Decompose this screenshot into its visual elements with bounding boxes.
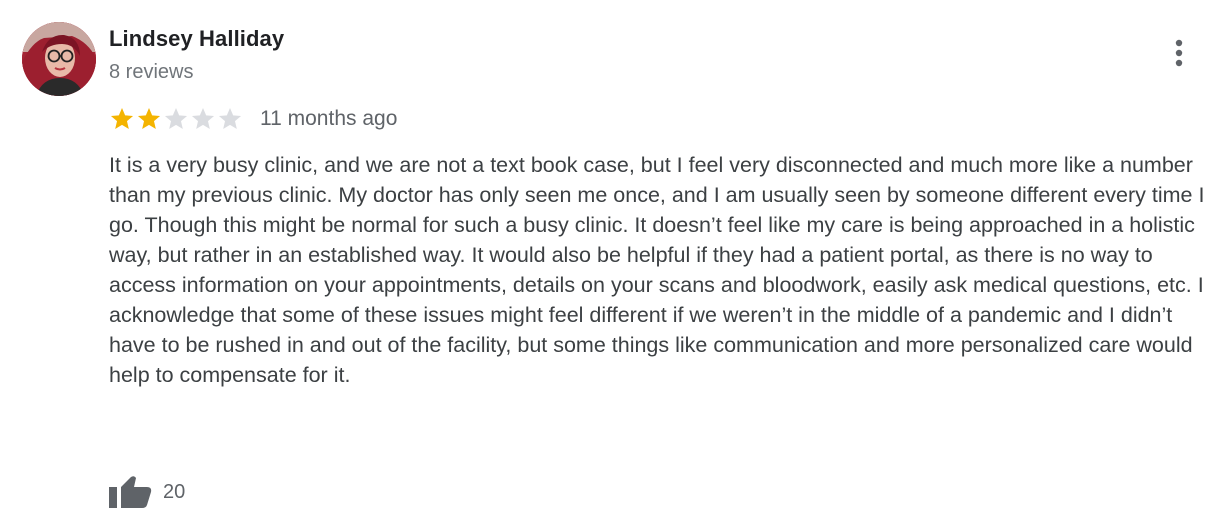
star-empty-icon bbox=[191, 107, 215, 129]
author-name[interactable]: Lindsey Halliday bbox=[109, 26, 284, 52]
star-empty-icon bbox=[164, 107, 188, 129]
review-card: Lindsey Halliday 8 reviews 11 months ago… bbox=[0, 0, 1224, 513]
review-count[interactable]: 8 reviews bbox=[109, 61, 193, 84]
review-date: 11 months ago bbox=[260, 107, 398, 130]
more-vert-icon bbox=[1175, 39, 1183, 67]
like-count: 20 bbox=[163, 480, 186, 503]
star-empty-icon bbox=[218, 107, 242, 129]
avatar[interactable] bbox=[22, 22, 96, 96]
more-options-button[interactable] bbox=[1164, 36, 1194, 70]
thumbs-up-icon bbox=[109, 476, 152, 508]
star-filled-icon bbox=[137, 107, 161, 129]
rating-row: 11 months ago bbox=[109, 104, 397, 134]
star-filled-icon bbox=[110, 107, 134, 129]
star-rating bbox=[109, 106, 244, 132]
like-button[interactable]: 20 bbox=[107, 474, 185, 510]
review-text: It is a very busy clinic, and we are not… bbox=[109, 153, 1205, 387]
